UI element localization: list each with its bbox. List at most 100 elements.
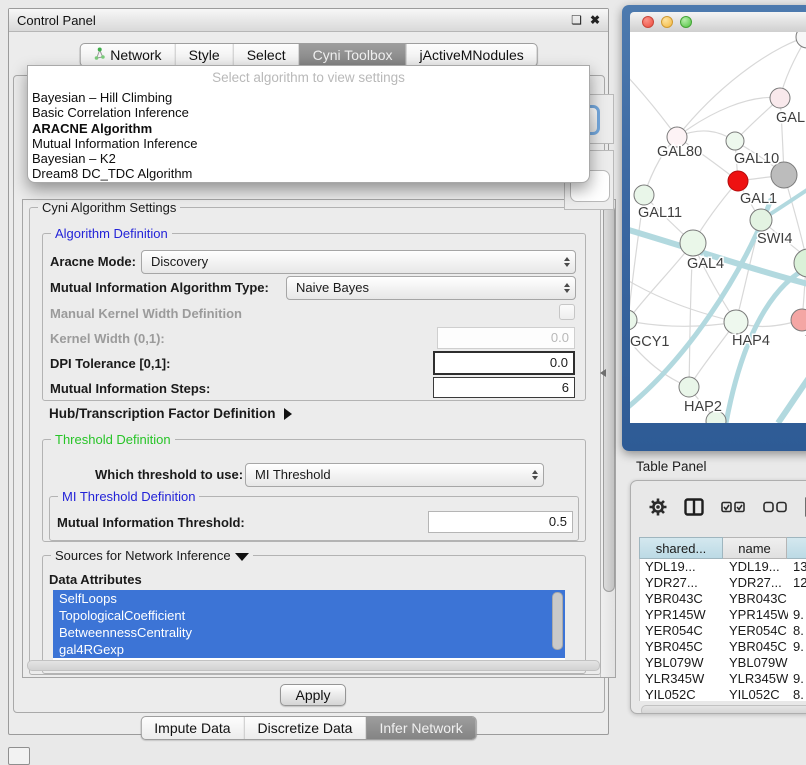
table-cell: YBR045C [724,639,788,655]
table-row[interactable]: YIL052CYIL052C8. [640,687,806,701]
network-edge[interactable] [778,368,806,423]
which-threshold-combo[interactable]: MI Threshold [245,463,544,487]
aracne-mode-value: Discovery [151,254,208,269]
combo-stepper-icon [564,257,570,267]
table-body: YDL19...YDL19...13YDR27...YDR27...12YBR0… [639,559,806,701]
kernel-width-field[interactable]: 0.0 [437,327,575,349]
network-node-gcy1[interactable] [630,310,637,330]
attribute-item-selfloops[interactable]: SelfLoops [53,590,565,607]
algorithm-option-mutual-information-inference[interactable]: Mutual Information Inference [28,136,589,151]
mi-steps-field[interactable]: 6 [433,377,575,398]
tab-label: Discretize Data [258,720,353,736]
node-table: shared...nameA YDL19...YDL19...13YDR27..… [639,537,806,701]
network-window-titlebar [630,12,806,33]
table-cell: 8. [788,687,806,701]
attribute-item-topologicalcoefficient[interactable]: TopologicalCoefficient [53,607,565,624]
minimized-panel-chip[interactable] [8,747,30,765]
tab-infer-network[interactable]: Infer Network [365,717,475,739]
close-window-icon[interactable] [642,16,654,28]
float-panel-icon[interactable]: ❏ [571,14,582,26]
tab-label: jActiveMNodules [420,47,524,63]
network-edge[interactable] [630,243,693,320]
column-header-a[interactable]: A [787,537,806,559]
table-cell: YDR27... [640,575,724,591]
gear-icon[interactable] [649,498,667,516]
algorithm-option-dream8-dc-tdc-algorithm[interactable]: Dream8 DC_TDC Algorithm [28,166,589,181]
aracne-mode-label: Aracne Mode: [50,254,136,269]
network-node-hap4[interactable] [724,310,748,334]
mi-threshold-label: Mutual Information Threshold: [57,515,245,530]
algorithm-option-bayesian-hill-climbing[interactable]: Bayesian – Hill Climbing [28,90,589,105]
attribute-items: SelfLoopsTopologicalCoefficientBetweenne… [53,590,565,658]
tab-impute-data[interactable]: Impute Data [141,717,243,739]
network-node-hap2[interactable] [679,377,699,397]
zoom-window-icon[interactable] [680,16,692,28]
attribute-list-scrollbar-thumb[interactable] [552,592,563,650]
tab-network[interactable]: Network [80,44,174,66]
table-row[interactable]: YDL19...YDL19...13 [640,559,806,575]
table-row[interactable]: YLR345WYLR345W9. [640,671,806,687]
mi-threshold-group-title: MI Threshold Definition [58,489,199,504]
settings-hscrollbar[interactable] [27,660,600,671]
settings-scrollbar-track[interactable] [600,200,615,677]
sources-title-text[interactable]: Sources for Network Inference [55,548,231,563]
column-header-name[interactable]: name [723,537,787,559]
network-edge[interactable] [677,97,780,137]
network-node-label: GAL10 [734,151,779,167]
network-canvas[interactable]: GALGAL80GAL10GAL1GAL11SWI4GAL4GCY1HAP4YH… [630,32,806,423]
network-node-gal[interactable] [770,88,790,108]
network-edge[interactable] [630,74,677,137]
tab-jactivemnodules[interactable]: jActiveMNodules [406,44,537,66]
table-cell: YIL052C [640,687,724,701]
table-hscrollbar[interactable] [641,705,806,714]
network-node-label: GAL1 [740,191,777,207]
aracne-mode-combo[interactable]: Discovery [141,250,576,274]
table-row[interactable]: YDR27...YDR27...12 [640,575,806,591]
attribute-item-gal4rgexp[interactable]: gal4RGexp [53,641,565,658]
network-edge[interactable] [630,321,736,326]
table-row[interactable]: YBR043CYBR043C [640,591,806,607]
deselect-all-checkboxes-icon[interactable] [763,501,788,513]
algorithm-option-aracne-algorithm[interactable]: ARACNE Algorithm [28,121,589,136]
close-panel-icon[interactable]: ✖ [590,14,600,26]
hub-definition-toggle[interactable]: Hub/Transcription Factor Definition [49,406,292,421]
table-cell: YPR145W [640,607,724,623]
columns-icon[interactable] [684,498,704,516]
table-panel-title: Table Panel [636,459,707,474]
table-row[interactable]: YBL079WYBL079W [640,655,806,671]
network-node[interactable] [796,32,806,48]
table-row[interactable]: YBR045CYBR045C9. [640,639,806,655]
which-threshold-value: MI Threshold [255,467,331,482]
tab-discretize-data[interactable]: Discretize Data [244,717,366,739]
tab-label: Network [110,47,161,63]
settings-scrollbar-thumb[interactable] [603,205,615,592]
tab-select[interactable]: Select [233,44,299,66]
network-node-gal4[interactable] [680,230,706,256]
mi-steps-label: Mutual Information Steps: [50,381,210,396]
attribute-list[interactable]: SelfLoopsTopologicalCoefficientBetweenne… [53,590,565,663]
select-all-checkboxes-icon[interactable] [721,501,746,513]
network-node-gal10[interactable] [726,132,744,150]
network-node-y[interactable] [791,309,806,331]
table-row[interactable]: YPR145WYPR145W9. [640,607,806,623]
apply-button[interactable]: Apply [280,684,346,706]
column-header-shared[interactable]: shared... [639,537,723,559]
table-cell: YBR043C [640,591,724,607]
dpi-tolerance-field[interactable]: 0.0 [433,351,575,375]
network-node-gal11[interactable] [634,185,654,205]
network-node-swi4[interactable] [750,209,772,231]
manual-kernel-checkbox[interactable] [559,304,575,320]
divider-collapse-icon[interactable] [600,369,606,377]
mi-type-combo[interactable]: Naive Bayes [286,276,576,300]
algorithm-option-bayesian-k2[interactable]: Bayesian – K2 [28,151,589,166]
mi-threshold-field[interactable]: 0.5 [428,511,573,533]
network-node-gal1[interactable] [728,171,748,191]
tab-style[interactable]: Style [175,44,233,66]
attribute-item-betweennesscentrality[interactable]: BetweennessCentrality [53,624,565,641]
table-cell: YDL19... [640,559,724,575]
table-cell: YDR27... [724,575,788,591]
minimize-window-icon[interactable] [661,16,673,28]
tab-cyni-toolbox[interactable]: Cyni Toolbox [299,44,406,66]
algorithm-option-basic-correlation-inference[interactable]: Basic Correlation Inference [28,105,589,120]
table-row[interactable]: YER054CYER054C8. [640,623,806,639]
